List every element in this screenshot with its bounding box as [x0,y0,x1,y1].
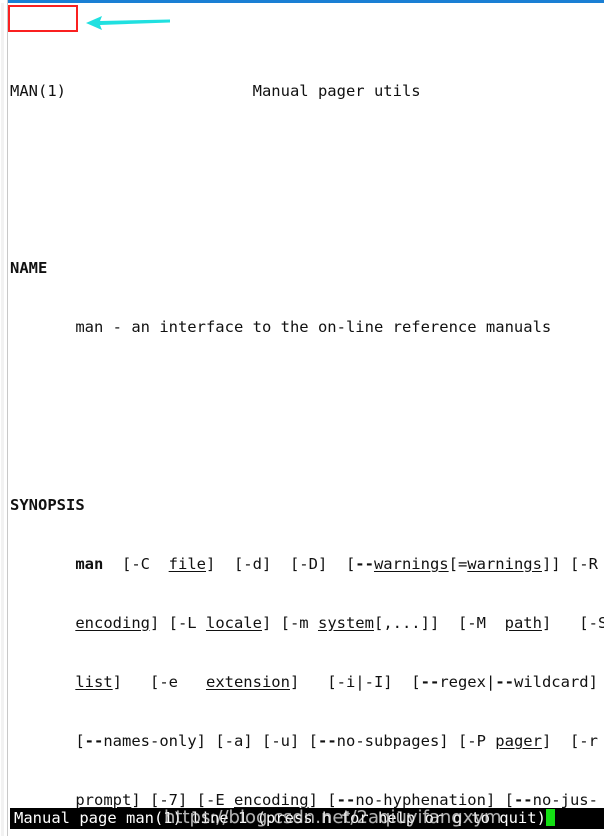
text-cursor [545,809,556,826]
section-heading-name: NAME [10,259,48,278]
scrollbar-gutter[interactable] [1,3,4,836]
header-spacer-1 [66,82,253,100]
synopsis-text: man [-C file] [-d] [-D] [--warnings[=war… [75,554,598,573]
synopsis-line: [--names-only] [-a] [-u] [--no-subpages]… [10,732,604,752]
synopsis-line: list] [-e extension] [-i|-I] [--regex|--… [10,673,604,693]
synopsis-line: man [-C file] [-d] [-D] [--warnings[=war… [10,555,604,575]
synopsis-text: prompt] [-7] [-E encoding] [--no-hyphena… [75,790,598,809]
synopsis-text: [--names-only] [-a] [-u] [--no-subpages]… [75,731,598,750]
synopsis-text: encoding] [-L locale] [-m system[,...]] … [75,613,604,632]
terminal-window: MAN(1) Manual pager utils MAN(1) NAME ma… [0,0,604,836]
name-body-text: man - an interface to the on-line refere… [75,318,552,337]
man-header-row: MAN(1) Manual pager utils MAN(1) [10,82,604,102]
status-bar-text: Manual page man(1) line 1 (press h for h… [14,809,546,827]
pager-status-bar[interactable]: Manual page man(1) line 1 (press h for h… [10,808,604,829]
synopsis-line: encoding] [-L locale] [-m system[,...]] … [10,614,604,634]
header-spacer-2 [421,82,604,100]
synopsis-text: list] [-e extension] [-i|-I] [--regex|--… [75,672,598,691]
header-left: MAN(1) [10,81,66,100]
header-center: Manual pager utils [252,81,421,100]
man-page-content: MAN(1) Manual pager utils MAN(1) NAME ma… [10,3,604,809]
window-left-edge [0,0,8,836]
name-body-line: man - an interface to the on-line refere… [10,318,604,338]
section-heading-synopsis: SYNOPSIS [10,495,85,514]
